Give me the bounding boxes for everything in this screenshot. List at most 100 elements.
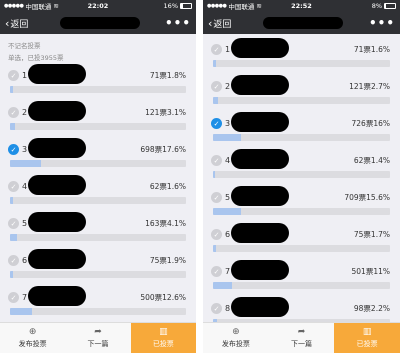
bar-chart-icon: ▥: [362, 326, 372, 337]
share-arrow-icon: ➦: [297, 326, 306, 337]
unchecked-circle-icon[interactable]: ✓: [211, 155, 222, 166]
phone-screen-left: ●●●●● 中国联通 ≋ 22:02 16% ‹ 返回 ••• 不记名投票 单选，已投…: [0, 0, 196, 353]
checked-circle-icon[interactable]: ✓: [211, 118, 222, 129]
more-menu-button[interactable]: •••: [369, 16, 395, 30]
option-vote-stat: 500票12.6%: [140, 293, 186, 302]
option-number: 2: [22, 108, 28, 117]
progress-fill: [213, 171, 216, 178]
redacted-option-label: [231, 223, 289, 243]
progress-bar: [213, 134, 390, 141]
unchecked-circle-icon[interactable]: ✓: [8, 181, 19, 192]
tab-share-arrow[interactable]: ➦ 下一篇: [269, 323, 335, 353]
redacted-option-label: [28, 249, 86, 269]
option-number: 7: [22, 293, 28, 302]
more-menu-button[interactable]: •••: [165, 16, 191, 30]
progress-bar: [10, 160, 186, 167]
vote-content: 不记名投票 单选，已投3955票 ✓ 1 71票1.8% ✓ 2 121票3.1% ✓ 3 69…: [0, 40, 196, 323]
vote-option[interactable]: ✓ 7 501票11%: [211, 260, 392, 297]
vote-option[interactable]: ✓ 5 163票4.1%: [8, 212, 188, 249]
phone-screen-right: ●●●●● 中国联通 ≋ 22:52 8% ‹ 返回 ••• ✓ 1 71票1.6% ✓ 2 1…: [203, 0, 400, 353]
redacted-option-label: [231, 297, 289, 317]
unchecked-circle-icon[interactable]: ✓: [211, 229, 222, 240]
progress-fill: [10, 308, 33, 315]
unchecked-circle-icon[interactable]: ✓: [211, 81, 222, 92]
unchecked-circle-icon[interactable]: ✓: [8, 292, 19, 303]
unchecked-circle-icon[interactable]: ✓: [8, 255, 19, 266]
vote-content: ✓ 1 71票1.6% ✓ 2 121票2.7% ✓ 3 726票16% ✓ 4 62票1.4% ✓ 5 7…: [203, 34, 400, 334]
tab-label: 下一篇: [87, 339, 109, 348]
option-vote-stat: 501票11%: [351, 267, 391, 276]
vote-meta-label: 单选，已投3955票: [8, 54, 64, 62]
chevron-left-icon: ‹: [208, 16, 213, 30]
back-button[interactable]: ‹ 返回: [208, 17, 231, 30]
option-number: 6: [225, 230, 231, 239]
option-list: ✓ 1 71票1.6% ✓ 2 121票2.7% ✓ 3 726票16% ✓ 4 62票1.4% ✓ 5 7…: [211, 38, 392, 334]
redacted-option-label: [28, 138, 86, 158]
progress-fill: [10, 271, 14, 278]
back-button[interactable]: ‹ 返回: [5, 17, 28, 30]
back-label: 返回: [213, 19, 232, 30]
progress-bar: [10, 271, 186, 278]
vote-option[interactable]: ✓ 1 71票1.6%: [211, 38, 392, 75]
tab-bar-chart[interactable]: ▥ 已投票: [334, 323, 400, 353]
vote-option[interactable]: ✓ 7 500票12.6%: [8, 286, 188, 323]
redacted-option-label: [28, 212, 86, 232]
unchecked-circle-icon[interactable]: ✓: [8, 70, 19, 81]
tab-label: 发布投票: [221, 339, 250, 348]
unchecked-circle-icon[interactable]: ✓: [8, 107, 19, 118]
option-vote-stat: 75票1.9%: [149, 256, 186, 265]
vote-option[interactable]: ✓ 4 62票1.4%: [211, 149, 392, 186]
redacted-option-label: [28, 101, 86, 121]
tab-label: 下一篇: [291, 339, 312, 348]
progress-bar: [10, 234, 186, 241]
vote-option[interactable]: ✓ 5 709票15.6%: [211, 186, 392, 223]
redacted-option-label: [231, 149, 289, 169]
checked-circle-icon[interactable]: ✓: [8, 144, 19, 155]
progress-bar: [213, 208, 390, 215]
tab-bar-chart[interactable]: ▥ 已投票: [130, 323, 196, 353]
unchecked-circle-icon[interactable]: ✓: [211, 266, 222, 277]
unchecked-circle-icon[interactable]: ✓: [211, 44, 222, 55]
battery-icon: [180, 3, 192, 9]
progress-bar: [213, 245, 390, 252]
vote-option[interactable]: ✓ 2 121票3.1%: [8, 101, 188, 138]
option-vote-stat: 62票1.6%: [149, 182, 186, 191]
vote-option[interactable]: ✓ 2 121票2.7%: [211, 75, 392, 112]
vote-option[interactable]: ✓ 3 698票17.6%: [8, 138, 188, 175]
redacted-option-label: [28, 175, 86, 195]
status-time: 22:02: [87, 2, 109, 10]
redacted-option-label: [28, 64, 86, 84]
vote-option[interactable]: ✓ 3 726票16%: [211, 112, 392, 149]
option-number: 3: [225, 119, 231, 128]
vote-option[interactable]: ✓ 1 71票1.8%: [8, 64, 188, 101]
unchecked-circle-icon[interactable]: ✓: [211, 303, 222, 314]
option-number: 5: [225, 193, 231, 202]
bottom-tabbar: ⊕ 发布投票 ➦ 下一篇 ▥ 已投票: [0, 322, 196, 353]
option-number: 5: [22, 219, 28, 228]
chevron-left-icon: ‹: [5, 16, 10, 30]
divider: [196, 0, 203, 353]
tab-label: 已投票: [152, 339, 174, 348]
bar-chart-icon: ▥: [159, 326, 168, 337]
progress-fill: [213, 97, 218, 104]
redacted-option-label: [231, 75, 289, 95]
vote-option[interactable]: ✓ 6 75票1.9%: [8, 249, 188, 286]
progress-bar: [213, 60, 390, 67]
option-number: 8: [225, 304, 231, 313]
redacted-option-label: [231, 112, 289, 132]
option-number: 6: [22, 256, 28, 265]
tab-plus-circle[interactable]: ⊕ 发布投票: [203, 323, 269, 353]
vote-option[interactable]: ✓ 6 75票1.7%: [211, 223, 392, 260]
unchecked-circle-icon[interactable]: ✓: [8, 218, 19, 229]
progress-fill: [10, 160, 41, 167]
nav-bar: ‹ 返回 •••: [203, 12, 400, 34]
tab-plus-circle[interactable]: ⊕ 发布投票: [0, 323, 65, 353]
progress-bar: [213, 282, 390, 289]
progress-bar: [10, 123, 186, 130]
tab-share-arrow[interactable]: ➦ 下一篇: [65, 323, 130, 353]
plus-circle-icon: ⊕: [232, 326, 240, 337]
unchecked-circle-icon[interactable]: ✓: [211, 192, 222, 203]
redacted-option-label: [231, 38, 289, 58]
vote-option[interactable]: ✓ 4 62票1.6%: [8, 175, 188, 212]
progress-bar: [10, 308, 186, 315]
